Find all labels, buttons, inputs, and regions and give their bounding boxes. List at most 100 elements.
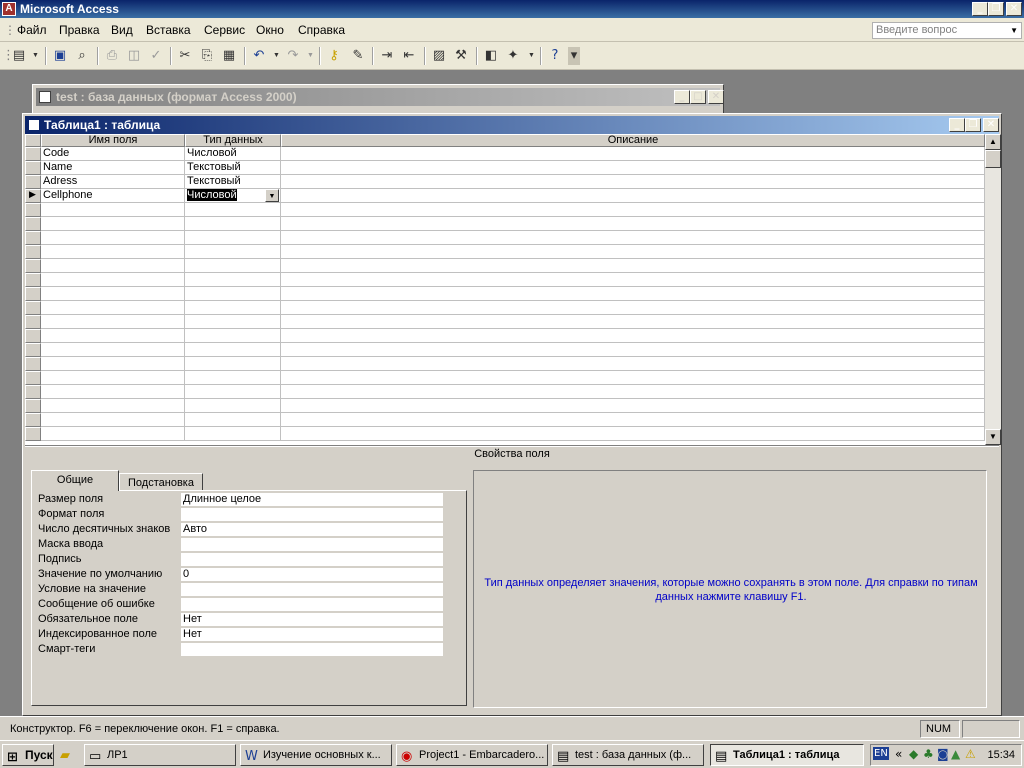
restore-button[interactable]: ❐: [988, 2, 1004, 16]
row-selector[interactable]: [25, 147, 41, 161]
table-minimize-button[interactable]: _: [949, 118, 965, 132]
cell-type[interactable]: Числовой ▼: [185, 189, 281, 203]
cell-field[interactable]: [41, 245, 185, 259]
language-indicator[interactable]: EN: [873, 747, 889, 760]
cell-field[interactable]: [41, 217, 185, 231]
insert-rows-icon[interactable]: ⇥: [378, 47, 396, 65]
print-preview-icon[interactable]: ◫: [125, 47, 143, 65]
row-selector[interactable]: [25, 175, 41, 189]
table-restore-button[interactable]: ❐: [965, 118, 981, 132]
row-selector[interactable]: [25, 413, 41, 427]
view-icon[interactable]: ▤: [10, 47, 28, 65]
cell-desc[interactable]: [281, 203, 985, 217]
row-selector[interactable]: [25, 315, 41, 329]
grid-vertical-scrollbar[interactable]: ▲ ▼: [985, 134, 1001, 445]
property-value-field[interactable]: [181, 553, 443, 567]
cell-field[interactable]: [41, 203, 185, 217]
cell-desc[interactable]: [281, 175, 985, 189]
corner-header[interactable]: [25, 134, 41, 147]
property-value-field[interactable]: [181, 643, 443, 657]
row-selector[interactable]: [25, 357, 41, 371]
property-value-field[interactable]: [181, 538, 443, 552]
row-selector[interactable]: ▶: [25, 189, 41, 203]
cell-field[interactable]: [41, 273, 185, 287]
toolbar-options-icon[interactable]: ▾: [568, 47, 580, 65]
table-close-button[interactable]: ✕: [983, 118, 999, 132]
cell-field[interactable]: [41, 357, 185, 371]
task-word-document[interactable]: W Изучение основных к...: [240, 744, 392, 766]
tab-general[interactable]: Общие: [31, 470, 119, 491]
cell-type[interactable]: Числовой: [185, 147, 281, 161]
close-button[interactable]: ✕: [1006, 2, 1022, 16]
row-selector[interactable]: [25, 343, 41, 357]
cell-desc[interactable]: [281, 413, 985, 427]
properties-icon[interactable]: ▨: [430, 47, 448, 65]
cell-desc[interactable]: [281, 161, 985, 175]
paste-icon[interactable]: ▦: [220, 47, 238, 65]
cell-type[interactable]: [185, 287, 281, 301]
column-header-field-name[interactable]: Имя поля: [41, 134, 185, 147]
db-maximize-button[interactable]: □: [690, 90, 706, 104]
task-table-window[interactable]: ▤ Таблица1 : таблица: [710, 744, 864, 766]
cell-type[interactable]: [185, 329, 281, 343]
view-dropdown-icon[interactable]: ▼: [32, 52, 39, 59]
indexes-icon[interactable]: ✎: [349, 47, 367, 65]
cell-type[interactable]: [185, 259, 281, 273]
cell-type[interactable]: [185, 231, 281, 245]
build-icon[interactable]: ⚒: [452, 47, 470, 65]
menu-help[interactable]: Справка: [298, 23, 345, 37]
property-value-field[interactable]: Нет: [181, 628, 443, 642]
scroll-down-button[interactable]: ▼: [985, 429, 1001, 445]
data-type-dropdown-icon[interactable]: ▼: [265, 189, 279, 202]
property-value-field[interactable]: [181, 508, 443, 522]
print-icon[interactable]: ⎙: [103, 47, 121, 65]
task-database-window[interactable]: ▤ test : база данных (ф...: [552, 744, 704, 766]
quick-launch-folder-icon[interactable]: ▰: [60, 748, 70, 763]
db-close-button[interactable]: ✕: [708, 90, 724, 104]
row-selector[interactable]: [25, 329, 41, 343]
cell-desc[interactable]: [281, 329, 985, 343]
cell-desc[interactable]: [281, 315, 985, 329]
access-app-icon[interactable]: A: [2, 2, 16, 16]
cut-icon[interactable]: ✂: [176, 47, 194, 65]
cell-type[interactable]: [185, 399, 281, 413]
database-window-title-bar[interactable]: test : база данных (формат Access 2000) …: [36, 88, 724, 106]
row-selector[interactable]: [25, 301, 41, 315]
cell-field[interactable]: [41, 399, 185, 413]
cell-desc[interactable]: [281, 399, 985, 413]
tray-network-icon[interactable]: ◙: [937, 747, 949, 761]
row-selector[interactable]: [25, 273, 41, 287]
redo-icon[interactable]: ↷: [284, 47, 302, 65]
row-selector[interactable]: [25, 371, 41, 385]
cell-type[interactable]: [185, 315, 281, 329]
new-object-dropdown-icon[interactable]: ▼: [528, 52, 535, 59]
minimize-button[interactable]: _: [972, 2, 988, 16]
start-button[interactable]: ⊞ Пуск: [2, 744, 54, 766]
table-design-window[interactable]: Таблица1 : таблица _ ❐ ✕ Имя поля Тип да…: [22, 113, 1002, 716]
property-value-field[interactable]: [181, 598, 443, 612]
cell-type[interactable]: [185, 371, 281, 385]
database-window-icon[interactable]: ◧: [482, 47, 500, 65]
menu-file[interactable]: Файл: [17, 23, 47, 37]
row-selector[interactable]: [25, 399, 41, 413]
copy-icon[interactable]: ⎘: [198, 47, 216, 65]
menu-window[interactable]: Окно: [256, 23, 284, 37]
cell-field[interactable]: [41, 301, 185, 315]
menu-view[interactable]: Вид: [111, 23, 133, 37]
property-value-field[interactable]: [181, 583, 443, 597]
column-header-data-type[interactable]: Тип данных: [185, 134, 281, 147]
undo-dropdown-icon[interactable]: ▼: [273, 52, 280, 59]
cell-type[interactable]: Текстовый: [185, 175, 281, 189]
row-selector[interactable]: [25, 203, 41, 217]
cell-desc[interactable]: [281, 273, 985, 287]
cell-field[interactable]: [41, 315, 185, 329]
row-selector[interactable]: [25, 385, 41, 399]
row-selector[interactable]: [25, 287, 41, 301]
cell-type[interactable]: [185, 301, 281, 315]
cell-type[interactable]: [185, 413, 281, 427]
property-value-field[interactable]: Нет: [181, 613, 443, 627]
help-icon[interactable]: ?: [546, 47, 564, 65]
cell-field[interactable]: [41, 231, 185, 245]
menu-insert[interactable]: Вставка: [146, 23, 191, 37]
scroll-thumb[interactable]: [985, 150, 1001, 168]
